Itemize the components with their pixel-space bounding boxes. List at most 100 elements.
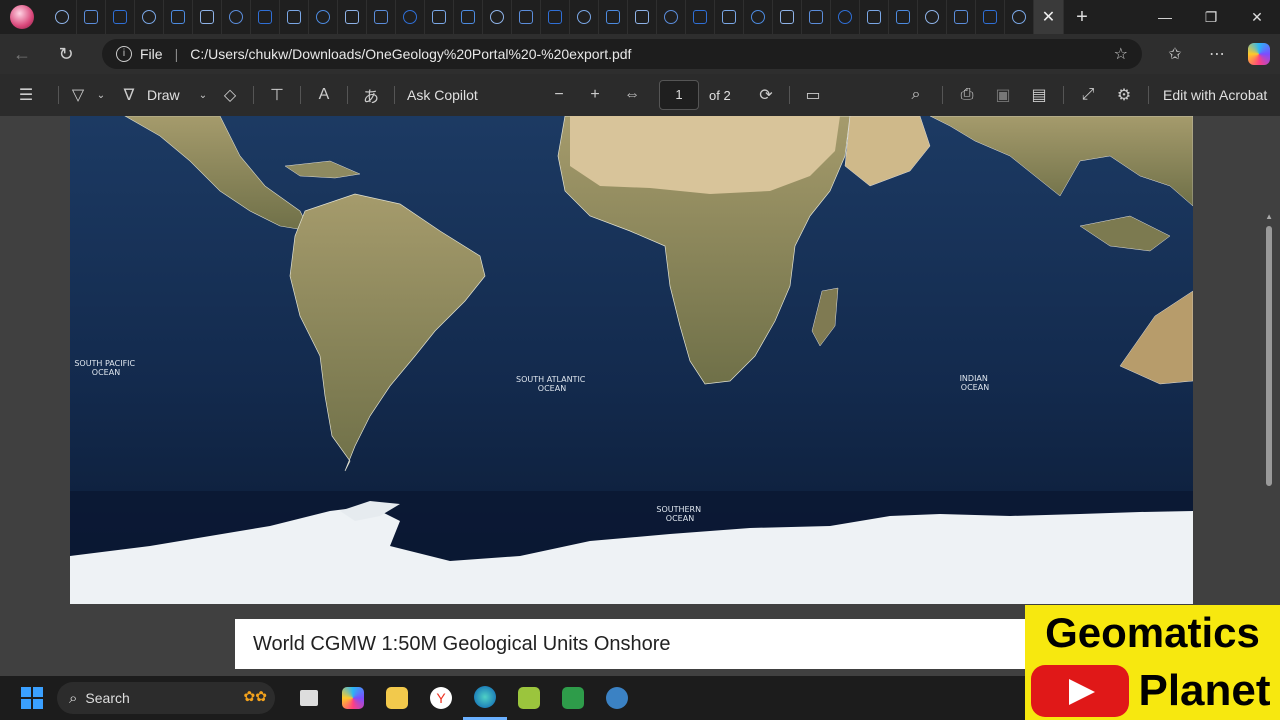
pdf-document-area[interactable]: SOUTH PACIFIC OCEAN SOUTH ATLANTIC OCEAN… bbox=[0, 116, 1280, 676]
search-icon[interactable]: ⌕ bbox=[896, 86, 936, 104]
browser-tab[interactable] bbox=[831, 0, 860, 34]
vertical-scrollbar[interactable] bbox=[1266, 226, 1272, 486]
eraser-icon[interactable]: ◇ bbox=[213, 85, 247, 105]
browser-tab[interactable] bbox=[193, 0, 222, 34]
back-button[interactable]: ← bbox=[0, 34, 44, 74]
browser-tab[interactable] bbox=[454, 0, 483, 34]
browser-tab[interactable] bbox=[164, 0, 193, 34]
zoom-out-icon[interactable]: − bbox=[541, 86, 577, 104]
draw-chevron-down-icon[interactable]: ⌄ bbox=[193, 90, 213, 101]
browser-tab[interactable] bbox=[976, 0, 1005, 34]
highlight-icon[interactable]: ▽ bbox=[65, 85, 91, 105]
tab-favicon-icon bbox=[896, 10, 910, 24]
toolbar-divider bbox=[253, 86, 254, 104]
browser-tab[interactable] bbox=[483, 0, 512, 34]
copilot-icon[interactable] bbox=[1248, 43, 1270, 65]
task-view-icon[interactable] bbox=[287, 676, 331, 720]
draw-pen-icon[interactable]: ∇ bbox=[111, 85, 147, 105]
browser-tab[interactable] bbox=[744, 0, 773, 34]
favorite-star-icon[interactable]: ☆ bbox=[1114, 44, 1128, 64]
globe-search-app-icon[interactable] bbox=[595, 676, 639, 720]
fullscreen-icon[interactable]: ⤢ bbox=[1070, 86, 1106, 104]
browser-tab[interactable] bbox=[512, 0, 541, 34]
save-icon[interactable]: ▣ bbox=[985, 85, 1021, 105]
address-bar[interactable]: i File | C:/Users/chukw/Downloads/OneGeo… bbox=[102, 39, 1142, 69]
tab-favicon-icon bbox=[142, 10, 156, 24]
file-explorer-icon[interactable] bbox=[375, 676, 419, 720]
scroll-up-arrow-icon[interactable]: ▲ bbox=[1265, 212, 1273, 221]
draw-button[interactable]: Draw bbox=[147, 87, 193, 103]
browser-tab[interactable] bbox=[918, 0, 947, 34]
more-menu-icon[interactable]: ⋯ bbox=[1196, 44, 1238, 64]
copilot-app-icon[interactable] bbox=[331, 676, 375, 720]
browser-tab[interactable] bbox=[715, 0, 744, 34]
meet-app-icon[interactable] bbox=[551, 676, 595, 720]
info-icon[interactable]: i bbox=[116, 46, 132, 62]
print-icon[interactable]: ⎙ bbox=[949, 86, 985, 104]
url-text[interactable]: C:/Users/chukw/Downloads/OneGeology%20Po… bbox=[190, 46, 631, 62]
tab-favicon-icon bbox=[229, 10, 243, 24]
search-icon: ⌕ bbox=[69, 689, 78, 707]
browser-tab[interactable] bbox=[570, 0, 599, 34]
browser-tab[interactable] bbox=[425, 0, 454, 34]
browser-tab[interactable] bbox=[599, 0, 628, 34]
browser-tab[interactable] bbox=[222, 0, 251, 34]
pdf-toolbar: ☰ ▽ ⌄ ∇ Draw ⌄ ◇ ⊤ A あ Ask Copilot − + ⇔… bbox=[0, 74, 1280, 116]
tab-favicon-icon bbox=[809, 10, 823, 24]
browser-tab[interactable] bbox=[773, 0, 802, 34]
new-tab-button[interactable]: + bbox=[1064, 6, 1100, 29]
watermark-line-1: Geomatics bbox=[1025, 605, 1280, 661]
edge-browser-icon[interactable] bbox=[463, 676, 507, 720]
browser-tab[interactable] bbox=[309, 0, 338, 34]
browser-tab[interactable] bbox=[280, 0, 309, 34]
browser-tab[interactable] bbox=[541, 0, 570, 34]
read-aloud-icon[interactable]: A bbox=[307, 86, 341, 104]
minimize-button[interactable]: — bbox=[1142, 0, 1188, 34]
favorites-icon[interactable]: ✩ bbox=[1154, 44, 1196, 64]
text-box-icon[interactable]: ⊤ bbox=[260, 85, 294, 105]
profile-avatar[interactable] bbox=[10, 5, 34, 29]
highlight-chevron-down-icon[interactable]: ⌄ bbox=[91, 90, 111, 101]
qgis-app-icon[interactable] bbox=[507, 676, 551, 720]
contents-list-icon[interactable]: ☰ bbox=[0, 85, 52, 105]
browser-tab[interactable] bbox=[396, 0, 425, 34]
browser-tab[interactable] bbox=[367, 0, 396, 34]
browser-tab[interactable] bbox=[106, 0, 135, 34]
tab-favicon-icon bbox=[606, 10, 620, 24]
page-view-icon[interactable]: ▭ bbox=[796, 85, 830, 105]
close-window-button[interactable]: ✕ bbox=[1234, 0, 1280, 34]
fit-to-width-icon[interactable]: ⇔ bbox=[613, 86, 651, 104]
browser-tab[interactable] bbox=[1005, 0, 1034, 34]
browser-tab[interactable] bbox=[947, 0, 976, 34]
browser-tab[interactable] bbox=[48, 0, 77, 34]
settings-gear-icon[interactable]: ⚙ bbox=[1106, 85, 1142, 105]
browser-tab[interactable] bbox=[628, 0, 657, 34]
page-number-input[interactable]: 1 bbox=[659, 80, 699, 110]
browser-tab[interactable] bbox=[251, 0, 280, 34]
taskbar-search-box[interactable]: ⌕ Search ✿✿ bbox=[57, 682, 275, 714]
browser-tab[interactable] bbox=[657, 0, 686, 34]
browser-tab[interactable] bbox=[338, 0, 367, 34]
restore-button[interactable]: ❐ bbox=[1188, 0, 1234, 34]
browser-tab[interactable] bbox=[802, 0, 831, 34]
browser-tab[interactable] bbox=[77, 0, 106, 34]
browser-tab[interactable] bbox=[889, 0, 918, 34]
toolbar-divider bbox=[1063, 86, 1064, 104]
rotate-icon[interactable]: ⟳ bbox=[749, 85, 783, 105]
translate-icon[interactable]: あ bbox=[354, 83, 388, 107]
browser-tab[interactable] bbox=[135, 0, 164, 34]
zoom-in-icon[interactable]: + bbox=[577, 86, 613, 104]
active-tab-close-button[interactable]: ✕ bbox=[1034, 0, 1064, 34]
tab-favicon-icon bbox=[722, 10, 736, 24]
windows-start-icon[interactable] bbox=[21, 687, 43, 709]
ask-copilot-button[interactable]: Ask Copilot bbox=[401, 87, 541, 103]
refresh-button[interactable]: ↻ bbox=[44, 34, 88, 74]
save-as-icon[interactable]: ▤ bbox=[1021, 85, 1057, 105]
tab-favicon-icon bbox=[461, 10, 475, 24]
tab-favicon-icon bbox=[287, 10, 301, 24]
browser-tab[interactable] bbox=[860, 0, 889, 34]
browser-tab[interactable] bbox=[686, 0, 715, 34]
yandex-browser-icon[interactable]: Y bbox=[419, 676, 463, 720]
tab-favicon-icon bbox=[403, 10, 417, 24]
edit-with-acrobat-button[interactable]: Edit with Acrobat bbox=[1155, 87, 1267, 103]
